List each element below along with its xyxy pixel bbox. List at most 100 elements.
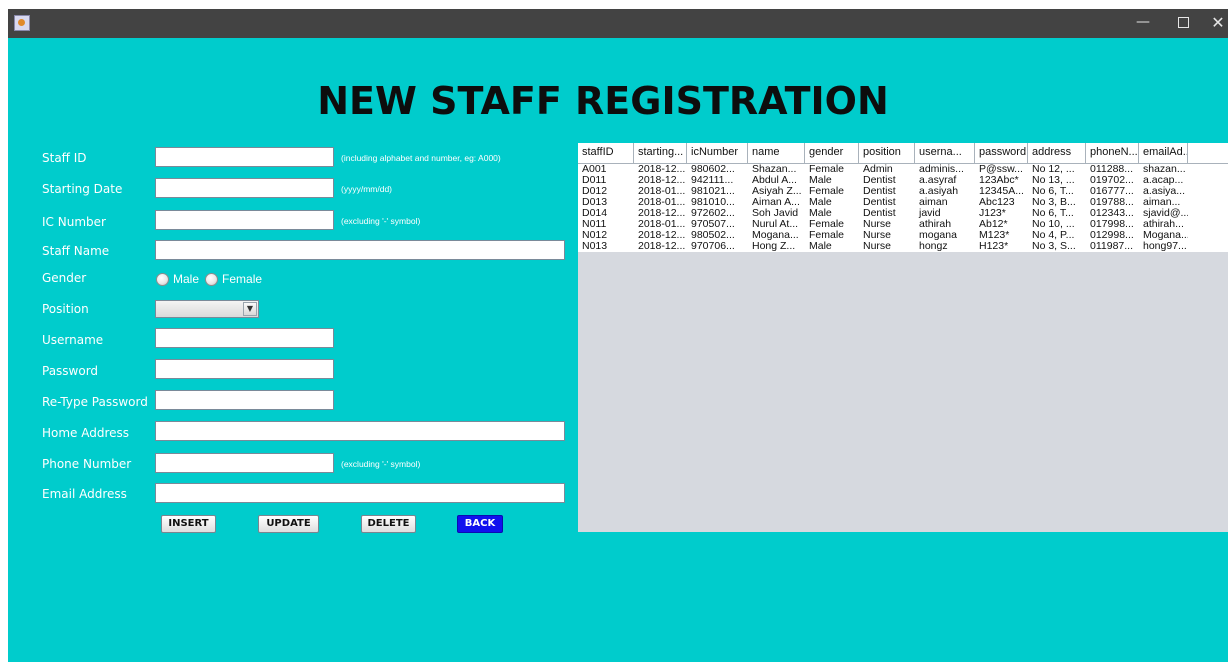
table-cell: D011 xyxy=(582,175,607,186)
table-cell: 980602... xyxy=(691,164,735,175)
maximize-button[interactable] xyxy=(1165,9,1201,38)
home-address-input[interactable] xyxy=(155,421,565,441)
table-cell: D013 xyxy=(582,197,608,208)
table-cell: Admin xyxy=(863,164,893,175)
table-cell: 012343... xyxy=(1090,208,1134,219)
table-cell: No 4, P... xyxy=(1032,230,1075,241)
table-row[interactable]: D012 2018-01... 981021... Asiyah Z... Female… xyxy=(578,186,1228,197)
column-header[interactable]: starting... xyxy=(634,143,687,163)
table-cell: 2018-01... xyxy=(638,197,686,208)
staff-name-input[interactable] xyxy=(155,240,565,260)
table-cell: athirah xyxy=(919,219,952,230)
email-address-input[interactable] xyxy=(155,483,565,503)
table-cell: Nurse xyxy=(863,219,892,230)
table-cell: Abc123 xyxy=(979,197,1015,208)
staff-id-hint: (including alphabet and number, eg: A000… xyxy=(341,153,501,163)
insert-button[interactable]: INSERT xyxy=(161,515,216,533)
table-cell: H123* xyxy=(979,241,1009,252)
table-cell: Female xyxy=(809,219,845,230)
table-cell: a.asiya... xyxy=(1143,186,1186,197)
retype-password-input[interactable] xyxy=(155,390,334,410)
phone-number-input[interactable] xyxy=(155,453,334,473)
column-header[interactable]: position xyxy=(859,143,915,163)
table-cell: 011987... xyxy=(1090,241,1134,252)
table-row[interactable]: N012 2018-12... 980502... Mogana... Female Nu… xyxy=(578,230,1228,241)
retype-password-label: Re-Type Password xyxy=(42,395,148,409)
ic-number-input[interactable] xyxy=(155,210,334,230)
table-header: staffID starting... icNumber name gender posi… xyxy=(578,143,1228,164)
table-cell: Ab12* xyxy=(979,219,1008,230)
column-header[interactable]: staffID xyxy=(578,143,634,163)
password-input[interactable] xyxy=(155,359,334,379)
table-cell: sjavid@... xyxy=(1143,208,1188,219)
table-cell: a.asiyah xyxy=(919,186,959,197)
column-header[interactable]: userna... xyxy=(915,143,975,163)
table-cell: Asiyah Z... xyxy=(752,186,802,197)
table-cell: Mogana... xyxy=(1143,230,1188,241)
table-cell: Male xyxy=(809,175,832,186)
table-cell: 016777... xyxy=(1090,186,1134,197)
table-cell: A001 xyxy=(582,164,607,175)
back-button[interactable]: BACK xyxy=(457,515,503,533)
main-panel: NEW STAFF REGISTRATION Staff ID (includi… xyxy=(8,38,1228,662)
gender-label: Gender xyxy=(42,271,87,285)
table-cell: 2018-12... xyxy=(638,164,686,175)
table-row[interactable]: D011 2018-12... 942111... Abdul A... Male Den… xyxy=(578,175,1228,186)
table-cell: 012998... xyxy=(1090,230,1134,241)
table-cell: D014 xyxy=(582,208,608,219)
minimize-button[interactable]: — xyxy=(1125,9,1161,38)
staff-table: staffID starting... icNumber name gender posi… xyxy=(578,143,1228,532)
starting-date-input[interactable] xyxy=(155,178,334,198)
table-cell: Hong Z... xyxy=(752,241,796,252)
column-header[interactable]: name xyxy=(748,143,805,163)
chevron-down-icon[interactable]: ▼ xyxy=(243,302,257,316)
table-row[interactable]: N013 2018-12... 970706... Hong Z... Male Nurs… xyxy=(578,241,1228,252)
table-row[interactable]: A001 2018-12... 980602... Shazan... Female Ad… xyxy=(578,164,1228,175)
email-address-label: Email Address xyxy=(42,487,127,501)
username-input[interactable] xyxy=(155,328,334,348)
table-body: A001 2018-12... 980602... Shazan... Female Ad… xyxy=(578,164,1228,252)
table-cell: 2018-12... xyxy=(638,230,686,241)
staff-id-input[interactable] xyxy=(155,147,334,167)
gender-female-radio[interactable] xyxy=(205,272,219,286)
close-button[interactable]: ✕ xyxy=(1200,9,1228,38)
username-label: Username xyxy=(42,333,104,347)
table-cell: 981010... xyxy=(691,197,735,208)
table-cell: Dentist xyxy=(863,197,896,208)
table-cell: 2018-12... xyxy=(638,241,686,252)
position-select[interactable]: ▼ xyxy=(155,300,259,318)
table-cell: 019702... xyxy=(1090,175,1134,186)
table-row[interactable]: N011 2018-01... 970507... Nurul At... Female… xyxy=(578,219,1228,230)
table-cell: 970706... xyxy=(691,241,735,252)
table-cell: aiman xyxy=(919,197,948,208)
phone-number-label: Phone Number xyxy=(42,457,132,471)
update-button[interactable]: UPDATE xyxy=(258,515,319,533)
column-header[interactable]: emailAd... xyxy=(1139,143,1188,163)
table-cell: Male xyxy=(809,208,832,219)
column-header[interactable]: icNumber xyxy=(687,143,748,163)
starting-date-hint: (yyyy/mm/dd) xyxy=(341,184,392,194)
table-cell: a.asyraf xyxy=(919,175,957,186)
gender-male-radio[interactable] xyxy=(156,272,169,286)
column-header[interactable]: gender xyxy=(805,143,859,163)
table-cell: Aiman A... xyxy=(752,197,800,208)
table-row[interactable]: D014 2018-12... 972602... Soh Javid Male Dent… xyxy=(578,208,1228,219)
table-cell: Soh Javid xyxy=(752,208,799,219)
staff-id-label: Staff ID xyxy=(42,151,87,165)
table-cell: Female xyxy=(809,186,845,197)
table-row[interactable]: D013 2018-01... 981010... Aiman A... Male Den… xyxy=(578,197,1228,208)
column-header[interactable]: password xyxy=(975,143,1028,163)
table-cell: Shazan... xyxy=(752,164,797,175)
window-titlebar: — ✕ xyxy=(8,9,1228,38)
column-header[interactable]: address xyxy=(1028,143,1086,163)
table-cell: Dentist xyxy=(863,186,896,197)
table-cell: Male xyxy=(809,241,832,252)
column-header[interactable]: phoneN... xyxy=(1086,143,1139,163)
table-cell: 2018-01... xyxy=(638,186,686,197)
table-cell: 019788... xyxy=(1090,197,1134,208)
table-cell: a.acap... xyxy=(1143,175,1184,186)
table-cell: javid xyxy=(919,208,941,219)
table-cell: N012 xyxy=(582,230,608,241)
table-cell: Mogana... xyxy=(752,230,799,241)
delete-button[interactable]: DELETE xyxy=(361,515,416,533)
